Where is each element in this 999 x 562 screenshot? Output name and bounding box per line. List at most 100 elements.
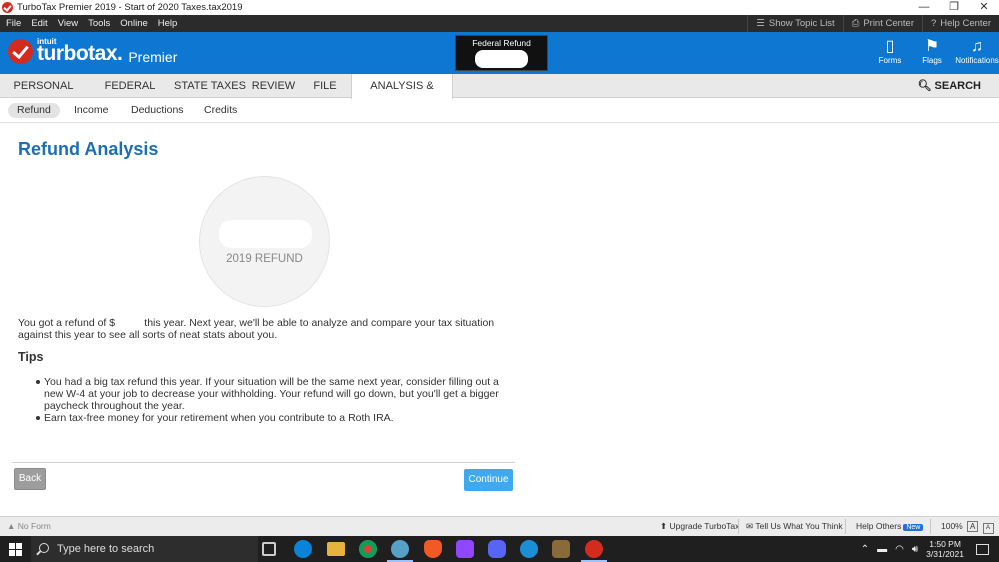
wifi-icon[interactable]: ◠	[895, 544, 904, 555]
turbotax-app-icon	[2, 2, 13, 13]
subtab-deductions[interactable]: Deductions	[122, 103, 193, 118]
tab-analysis-advice[interactable]: ANALYSIS & ADVICE	[351, 74, 453, 116]
tab-federal-taxes[interactable]: FEDERAL TAXES	[87, 74, 173, 116]
tip-item: Earn tax-free money for your retirement …	[36, 412, 516, 424]
maximize-button[interactable]: ❐	[939, 0, 969, 15]
flags-label: Flags	[922, 56, 942, 65]
status-separator	[845, 519, 846, 534]
tab-review[interactable]: REVIEW	[247, 74, 300, 98]
tab-personal-info[interactable]: PERSONAL INFO	[0, 74, 87, 116]
refund-summary-text: You got a refund of $ this year. Next ye…	[18, 317, 498, 341]
menu-bar: File Edit View Tools Online Help ☰ Show T…	[0, 15, 999, 32]
search-label: SEARCH	[934, 80, 981, 92]
taskbar-clock[interactable]: 1:50 PM 3/31/2021	[926, 539, 964, 559]
main-nav: PERSONAL INFO FEDERAL TAXES STATE TAXES …	[0, 74, 999, 116]
task-view-icon[interactable]	[262, 542, 276, 556]
tip-item: You had a big tax refund this year. If y…	[36, 376, 516, 412]
upgrade-label: Upgrade TurboTax	[669, 521, 740, 531]
notifications-label: Notifications	[955, 56, 999, 65]
volume-icon[interactable]: 🔊︎	[912, 544, 918, 555]
turbotax-taskbar-icon[interactable]	[581, 540, 607, 562]
help-others-button[interactable]: Help Others New	[856, 517, 924, 536]
federal-refund-value-redacted	[475, 50, 528, 68]
subtab-income[interactable]: Income	[65, 103, 117, 118]
clock-date: 3/31/2021	[926, 549, 964, 559]
document-icon: ▯	[885, 38, 895, 55]
logo-brand: turbotax.	[37, 41, 123, 65]
game-app-icon[interactable]	[552, 540, 570, 558]
tips-list: You had a big tax refund this year. If y…	[36, 376, 516, 424]
file-explorer-icon[interactable]	[327, 542, 345, 556]
menu-tools[interactable]: Tools	[88, 18, 110, 29]
tips-heading: Tips	[18, 350, 44, 364]
steam-like-app-icon[interactable]	[520, 540, 538, 558]
show-topic-list-button[interactable]: ☰ Show Topic List	[747, 15, 842, 32]
federal-refund-meter[interactable]: Federal Refund	[455, 35, 548, 71]
menu-help[interactable]: Help	[158, 18, 178, 29]
menu-view[interactable]: View	[58, 18, 78, 29]
subtab-credits[interactable]: Credits	[195, 103, 246, 118]
menu-file[interactable]: File	[6, 18, 21, 29]
zoom-out-button[interactable]: A	[982, 523, 994, 534]
search-button[interactable]: 🔍︎ SEARCH	[918, 74, 981, 98]
sub-nav: Refund Income Deductions Credits	[0, 99, 999, 123]
triangle-up-icon: ▲	[7, 521, 18, 531]
discord-icon[interactable]	[488, 540, 506, 558]
window-title: TurboTax Premier 2019 - Start of 2020 Ta…	[17, 2, 243, 13]
upgrade-button[interactable]: ⬆ Upgrade TurboTax	[660, 517, 739, 536]
help-others-label: Help Others	[856, 521, 902, 531]
back-button[interactable]: Back	[14, 468, 46, 490]
notifications-button[interactable]: ♫ Notifications	[955, 38, 999, 65]
chevron-up-icon[interactable]: ⌃	[861, 544, 869, 555]
chrome-browser-icon[interactable]	[359, 540, 377, 558]
search-icon: 🔍︎	[917, 80, 935, 92]
content-divider	[12, 462, 515, 463]
menu-edit[interactable]: Edit	[31, 18, 47, 29]
page-title: Refund Analysis	[18, 139, 159, 159]
subtab-refund[interactable]: Refund	[8, 103, 60, 118]
flag-icon: ⚑	[924, 38, 940, 55]
taskbar-search-placeholder: Type here to search	[57, 543, 155, 555]
zoom-in-button[interactable]: A	[967, 521, 979, 532]
edge-browser-icon[interactable]	[294, 540, 312, 558]
refund-amount-redacted	[219, 220, 312, 248]
continue-button[interactable]: Continue	[464, 469, 513, 491]
brave-browser-icon[interactable]	[424, 540, 442, 558]
print-center-button[interactable]: ⎙ Print Center	[842, 15, 922, 32]
menu-online[interactable]: Online	[120, 18, 147, 29]
flags-button[interactable]: ⚑ Flags	[910, 38, 954, 65]
zoom-controls: 100% A A	[941, 517, 994, 536]
search-icon	[39, 543, 49, 553]
logo-edition: Premier	[128, 48, 178, 65]
feedback-button[interactable]: ✉ Tell Us What You Think	[746, 517, 843, 536]
system-tray: ⌃ ▬ ◠ 🔊︎ 1:50 PM 3/31/2021	[861, 536, 999, 562]
windows-taskbar: Type here to search ⌃ ▬ ◠ 🔊︎ 1:50 PM 3/3…	[0, 536, 999, 562]
tab-file[interactable]: FILE	[300, 74, 350, 98]
window-controls: — ❐ ✕	[909, 0, 999, 15]
taskbar-search-input[interactable]: Type here to search	[31, 536, 258, 562]
printer-icon: ⎙	[851, 18, 860, 29]
action-center-icon[interactable]	[976, 543, 989, 555]
refund-circle-caption: 2019 REFUND	[226, 253, 303, 265]
forms-button[interactable]: ▯ Forms	[868, 38, 912, 65]
minimize-button[interactable]: —	[909, 0, 939, 15]
help-icon: ?	[931, 18, 937, 29]
help-center-label: Help Center	[940, 18, 991, 29]
checkmark-logo-icon	[8, 39, 33, 64]
form-status[interactable]: ▲ No Form	[7, 517, 51, 536]
list-icon: ☰	[756, 18, 765, 29]
close-button[interactable]: ✕	[969, 0, 999, 15]
print-center-label: Print Center	[863, 18, 914, 29]
status-separator	[738, 519, 739, 534]
twitch-icon[interactable]	[456, 540, 474, 558]
show-topic-list-label: Show Topic List	[768, 18, 835, 29]
help-center-button[interactable]: ? Help Center	[922, 15, 999, 32]
app-header: intuit turbotax. Premier Federal Refund ▯…	[0, 32, 999, 74]
refund-circle: 2019 REFUND	[199, 176, 330, 307]
tab-state-taxes[interactable]: STATE TAXES	[173, 74, 247, 98]
new-badge: New	[903, 524, 924, 531]
pinned-app-icon[interactable]	[387, 540, 413, 562]
windows-start-icon[interactable]	[9, 543, 22, 556]
forms-label: Forms	[878, 56, 902, 65]
battery-icon[interactable]: ▬	[877, 544, 887, 555]
